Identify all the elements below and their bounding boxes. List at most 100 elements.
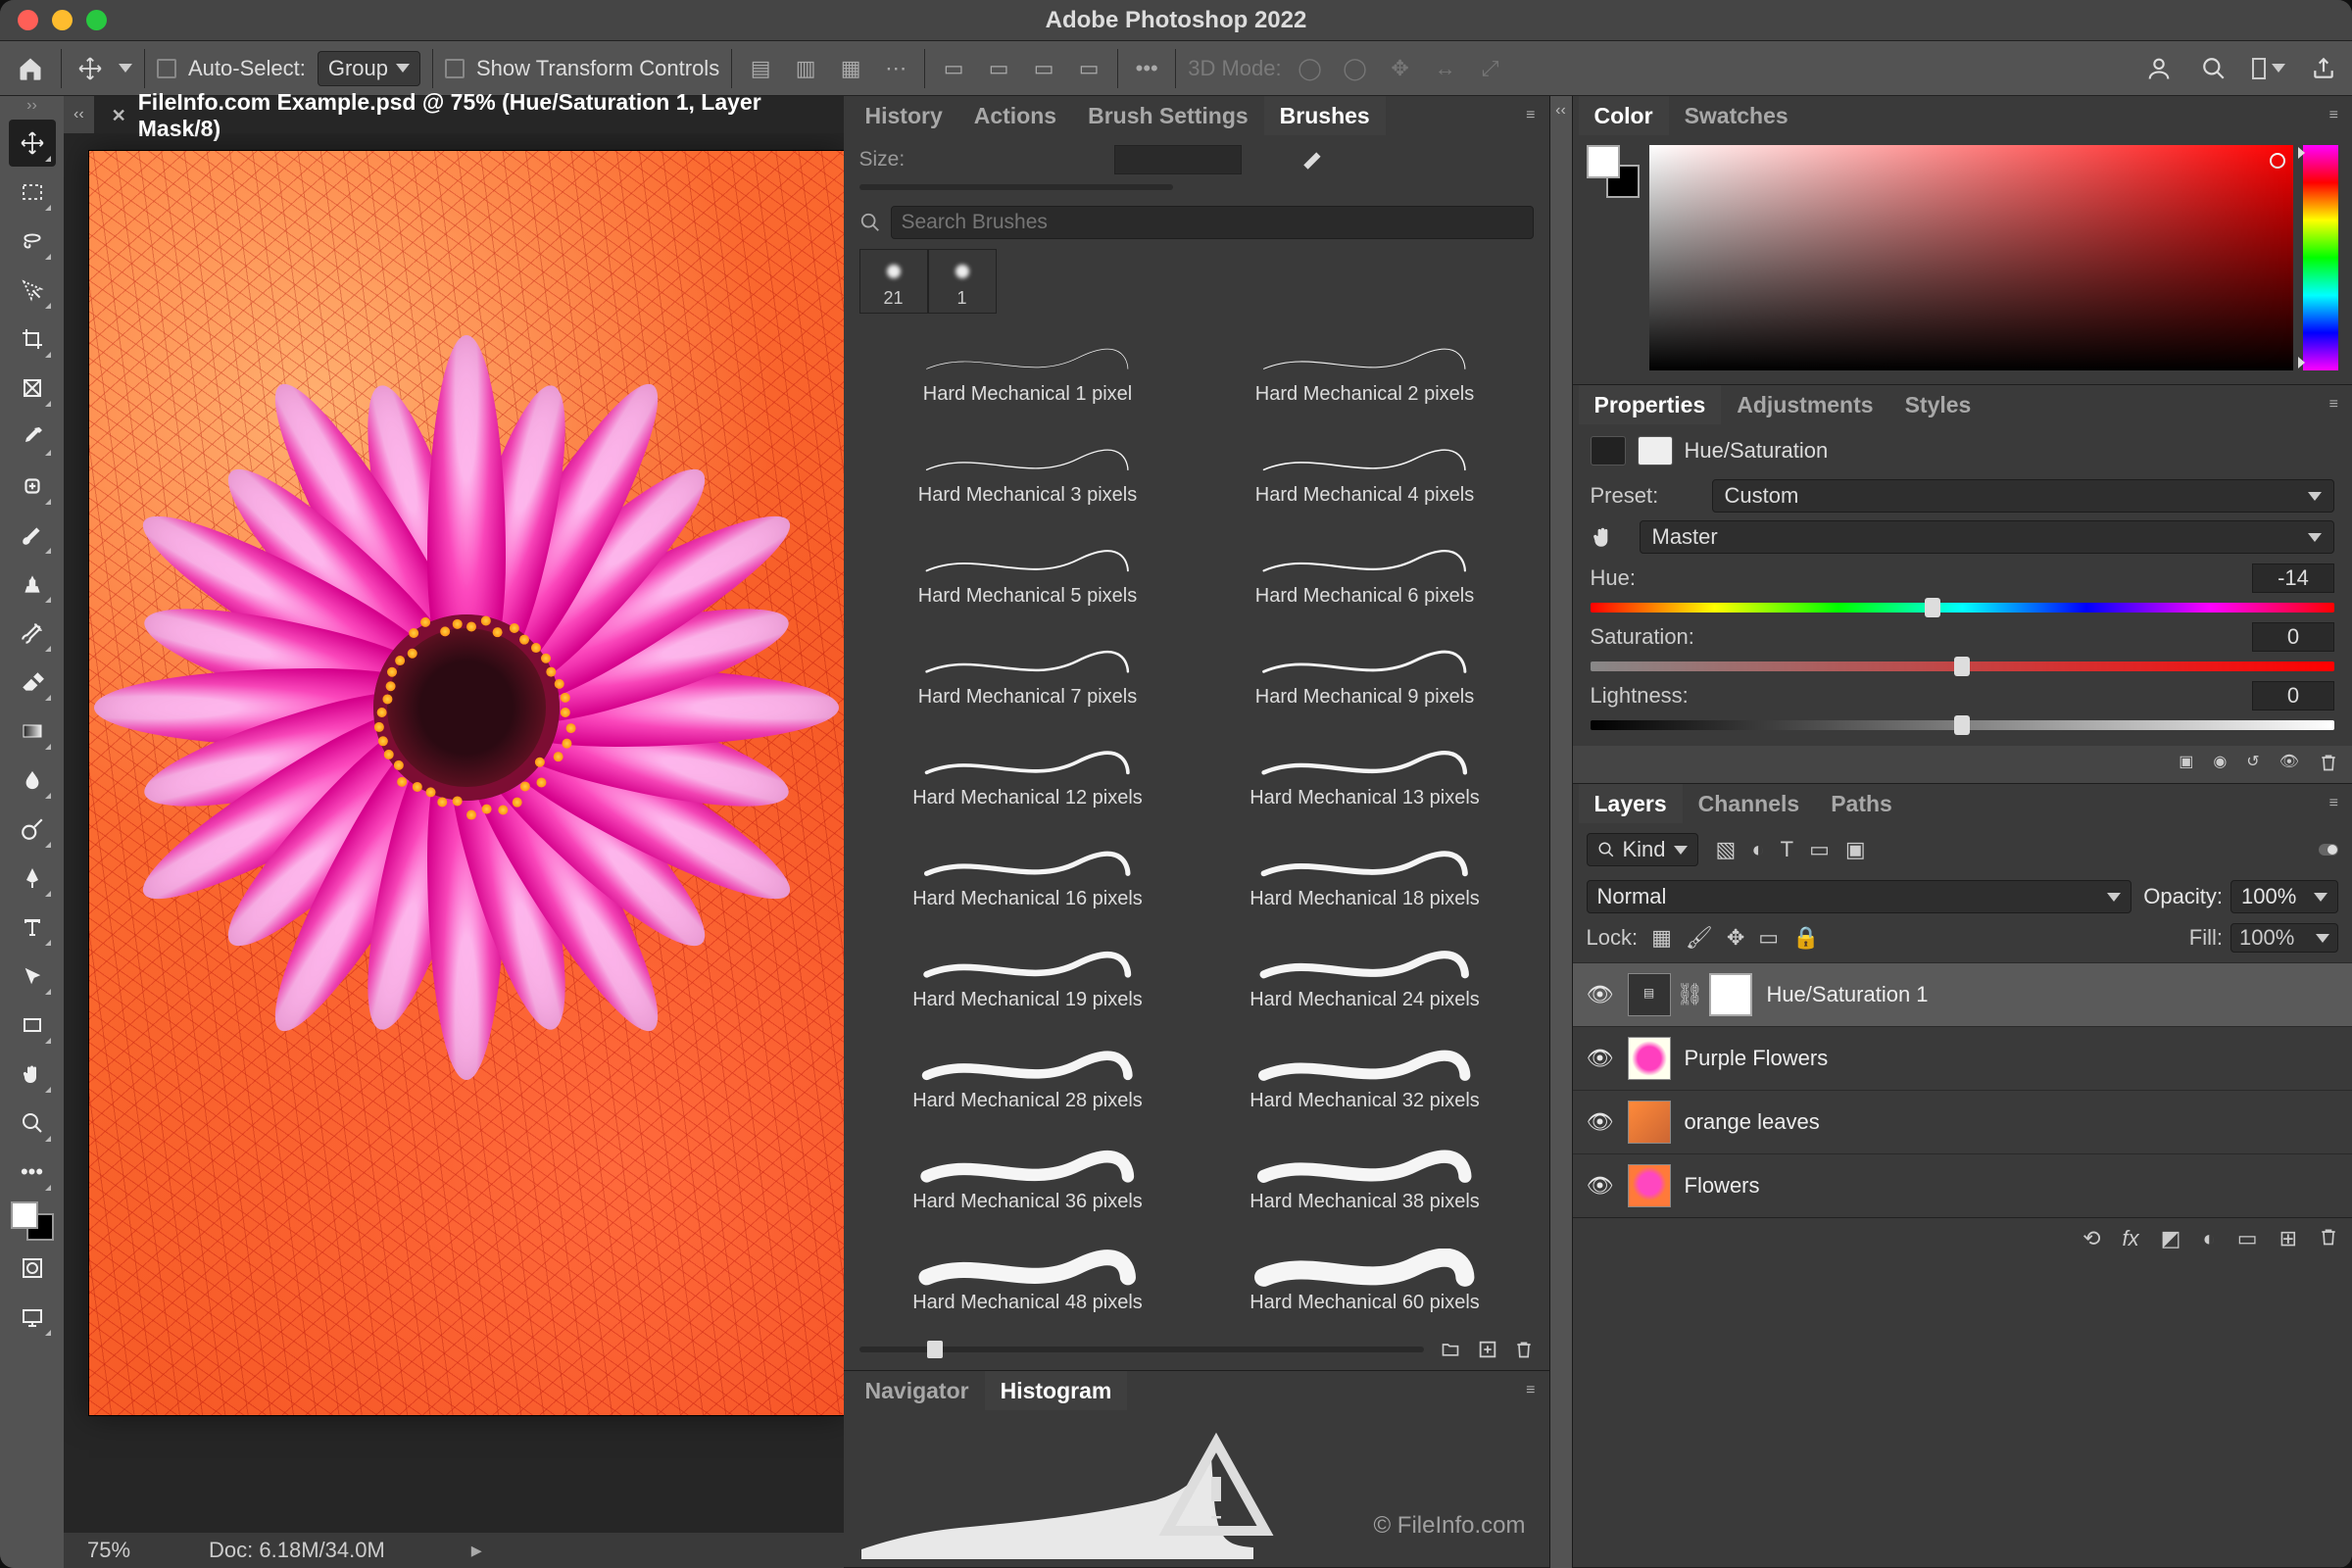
screen-mode-icon[interactable] (9, 1294, 56, 1341)
delete-adjustment-icon[interactable] (2319, 752, 2338, 773)
filter-smart-icon[interactable]: ▣ (1845, 837, 1866, 862)
hand-tool[interactable] (9, 1051, 56, 1098)
tab-paths[interactable]: Paths (1815, 784, 1908, 823)
color-field[interactable] (1649, 145, 2294, 370)
brush-item[interactable]: Hard Mechanical 3 pixels (859, 418, 1197, 507)
rectangular-marquee-tool[interactable] (9, 169, 56, 216)
history-brush-tool[interactable] (9, 610, 56, 657)
tab-histogram[interactable]: Histogram (985, 1371, 1128, 1410)
brush-item[interactable]: Hard Mechanical 5 pixels (859, 519, 1197, 608)
channel-dropdown[interactable]: Master (1640, 520, 2335, 554)
hue-slider[interactable] (1591, 603, 2335, 612)
adjustment-layer-icon[interactable]: ◐ (2202, 1226, 2215, 1251)
new-layer-icon[interactable]: ⊞ (2279, 1226, 2297, 1251)
opacity-dropdown[interactable]: 100% (2230, 880, 2338, 913)
brush-item[interactable]: Hard Mechanical 16 pixels (859, 822, 1197, 910)
color-swatch[interactable] (1587, 145, 1640, 198)
brush-size-slider[interactable] (859, 184, 1173, 190)
align-top-edges-icon[interactable]: ▭ (937, 52, 970, 85)
fg-bg-color[interactable] (9, 1200, 56, 1243)
visibility-icon[interactable]: 👁 (1587, 982, 1614, 1007)
filter-type-icon[interactable]: T (1781, 837, 1793, 862)
move-tool[interactable] (9, 120, 56, 167)
brush-item[interactable]: Hard Mechanical 38 pixels (1197, 1125, 1534, 1213)
eraser-tool[interactable] (9, 659, 56, 706)
align-left-edges-icon[interactable]: ▤ (744, 52, 777, 85)
saturation-slider[interactable] (1591, 662, 2335, 671)
brush-item[interactable]: Hard Mechanical 60 pixels (1197, 1226, 1534, 1314)
home-button[interactable] (12, 50, 49, 87)
panel-menu-icon[interactable]: ≡ (2322, 795, 2346, 812)
doc-size[interactable]: Doc: 6.18M/34.0M (209, 1538, 385, 1563)
align-bottom-edges-icon[interactable]: ▭ (1027, 52, 1060, 85)
group-layers-icon[interactable]: ▭ (2237, 1226, 2258, 1251)
spot-healing-brush-tool[interactable] (9, 463, 56, 510)
layer-row[interactable]: 👁▤⛓Hue/Saturation 1 (1573, 962, 2352, 1026)
pen-tool[interactable] (9, 855, 56, 902)
layer-row[interactable]: 👁Purple Flowers (1573, 1026, 2352, 1090)
layer-row[interactable]: 👁orange leaves (1573, 1090, 2352, 1153)
blend-mode-dropdown[interactable]: Normal (1587, 880, 2132, 913)
recent-brush[interactable]: 1 (928, 249, 997, 314)
brush-item[interactable]: Hard Mechanical 1 pixel (859, 318, 1197, 406)
object-selection-tool[interactable] (9, 267, 56, 314)
delete-brush-icon[interactable] (1514, 1339, 1534, 1360)
brush-item[interactable]: Hard Mechanical 19 pixels (859, 923, 1197, 1011)
lock-artboard-icon[interactable]: ▭ (1758, 925, 1779, 951)
eyedropper-tool[interactable] (9, 414, 56, 461)
tab-styles[interactable]: Styles (1889, 385, 1987, 424)
clone-stamp-tool[interactable] (9, 561, 56, 608)
status-bar-menu-icon[interactable]: ▸ (471, 1538, 482, 1563)
brush-item[interactable]: Hard Mechanical 12 pixels (859, 721, 1197, 809)
tool-preset-dropdown[interactable] (119, 64, 132, 73)
brush-thumbnail-size-slider[interactable] (859, 1347, 1424, 1352)
window-close-button[interactable] (18, 10, 38, 30)
filter-toggle[interactable] (2319, 844, 2338, 856)
close-tab-icon[interactable]: ✕ (112, 106, 126, 126)
open-folder-icon[interactable] (1440, 1340, 1461, 1359)
clip-to-layer-icon[interactable]: ▣ (2179, 752, 2193, 773)
filter-adjustment-icon[interactable]: ◐ (1751, 837, 1764, 862)
brush-item[interactable]: Hard Mechanical 24 pixels (1197, 923, 1534, 1011)
visibility-icon[interactable]: 👁 (1587, 1109, 1614, 1135)
lasso-tool[interactable] (9, 218, 56, 265)
layer-filter-kind[interactable]: Kind (1587, 833, 1698, 866)
overflow-icon[interactable]: ••• (1130, 52, 1163, 85)
tab-channels[interactable]: Channels (1683, 784, 1816, 823)
scrubby-hand-icon[interactable] (1591, 524, 1626, 550)
lock-image-icon[interactable]: 🖌 (1686, 925, 1713, 951)
panel-menu-icon[interactable]: ≡ (1518, 1382, 1543, 1399)
gradient-tool[interactable] (9, 708, 56, 755)
new-brush-preset-icon[interactable] (1477, 1339, 1498, 1360)
visibility-icon[interactable]: 👁 (1587, 1173, 1614, 1199)
visibility-icon[interactable]: 👁 (1587, 1046, 1614, 1071)
path-selection-tool[interactable] (9, 953, 56, 1000)
brush-item[interactable]: Hard Mechanical 36 pixels (859, 1125, 1197, 1213)
lock-transparency-icon[interactable]: ▦ (1651, 925, 1672, 951)
new-brush-icon[interactable] (1300, 147, 1326, 172)
brush-item[interactable]: Hard Mechanical 18 pixels (1197, 822, 1534, 910)
tab-strip-collapse-handle[interactable]: ‹‹ (64, 106, 94, 123)
filter-pixel-icon[interactable]: ▧ (1716, 837, 1737, 862)
workspace-switcher-icon[interactable] (2252, 52, 2285, 85)
share-icon[interactable] (2307, 52, 2340, 85)
reset-icon[interactable]: ↺ (2246, 752, 2259, 773)
zoom-tool[interactable] (9, 1100, 56, 1147)
canvas[interactable] (89, 151, 844, 1415)
zoom-level[interactable]: 75% (87, 1538, 130, 1563)
hue-bar[interactable] (2303, 145, 2338, 370)
window-minimize-button[interactable] (52, 10, 73, 30)
layer-row[interactable]: 👁Flowers (1573, 1153, 2352, 1217)
brush-item[interactable]: Hard Mechanical 6 pixels (1197, 519, 1534, 608)
brush-size-input[interactable] (1114, 145, 1242, 174)
lightness-slider[interactable] (1591, 720, 2335, 730)
brush-item[interactable]: Hard Mechanical 32 pixels (1197, 1024, 1534, 1112)
tab-swatches[interactable]: Swatches (1669, 96, 1804, 135)
tab-color[interactable]: Color (1579, 96, 1669, 135)
link-layers-icon[interactable]: ⟲ (2082, 1226, 2100, 1251)
fill-dropdown[interactable]: 100% (2230, 923, 2338, 953)
edit-toolbar[interactable]: ••• (9, 1149, 56, 1196)
horizontal-type-tool[interactable] (9, 904, 56, 951)
preset-dropdown[interactable]: Custom (1712, 479, 2335, 513)
toggle-visibility-icon[interactable]: 👁 (2279, 752, 2299, 773)
